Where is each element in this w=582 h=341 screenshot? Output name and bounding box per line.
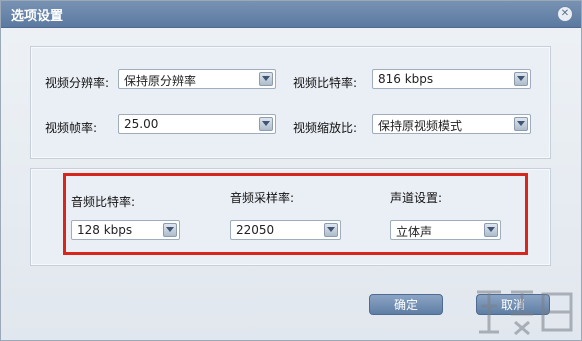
options-dialog: 选项设置 ✕ 视频分辨率: 保持原分辨率 视频比特率: 816 kbps 视频帧… xyxy=(0,0,582,341)
video-scaling-select[interactable]: 保持原视频模式 xyxy=(372,114,531,134)
highlight-box xyxy=(63,173,528,255)
chevron-down-icon[interactable] xyxy=(259,72,273,86)
dialog-title: 选项设置 xyxy=(11,9,64,24)
video-bitrate-label: 视频比特率: xyxy=(293,76,358,90)
chevron-down-icon[interactable] xyxy=(484,223,498,237)
chevron-down-icon[interactable] xyxy=(514,117,528,131)
video-resolution-label: 视频分辨率: xyxy=(45,76,110,90)
audio-channel-select[interactable]: 立体声 xyxy=(390,220,501,240)
video-bitrate-value: 816 kbps xyxy=(378,72,434,86)
video-framerate-select[interactable]: 25.00 xyxy=(118,114,276,134)
ok-button[interactable]: 确定 xyxy=(369,294,443,315)
video-resolution-select[interactable]: 保持原分辨率 xyxy=(118,69,276,89)
audio-bitrate-value: 128 kbps xyxy=(77,223,133,237)
audio-bitrate-label: 音频比特率: xyxy=(71,195,136,209)
video-scaling-label: 视频缩放比: xyxy=(293,121,358,135)
audio-channel-value: 立体声 xyxy=(396,225,433,239)
title-bar: 选项设置 ✕ xyxy=(1,1,581,28)
audio-samplerate-label: 音频采样率: xyxy=(230,191,295,205)
close-icon[interactable]: ✕ xyxy=(557,6,573,22)
video-resolution-value: 保持原分辨率 xyxy=(124,74,197,88)
watermark-logo-icon xyxy=(477,290,573,336)
chevron-down-icon[interactable] xyxy=(163,223,177,237)
video-framerate-label: 视频帧率: xyxy=(45,121,98,135)
chevron-down-icon[interactable] xyxy=(259,117,273,131)
video-framerate-value: 25.00 xyxy=(124,117,159,131)
audio-samplerate-select[interactable]: 22050 xyxy=(230,220,341,240)
audio-channel-label: 声道设置: xyxy=(390,191,443,205)
chevron-down-icon[interactable] xyxy=(324,223,338,237)
video-scaling-value: 保持原视频模式 xyxy=(378,119,463,133)
video-settings-group xyxy=(30,46,551,159)
chevron-down-icon[interactable] xyxy=(514,72,528,86)
audio-bitrate-select[interactable]: 128 kbps xyxy=(71,220,180,240)
video-bitrate-select[interactable]: 816 kbps xyxy=(372,69,531,89)
audio-samplerate-value: 22050 xyxy=(236,223,275,237)
